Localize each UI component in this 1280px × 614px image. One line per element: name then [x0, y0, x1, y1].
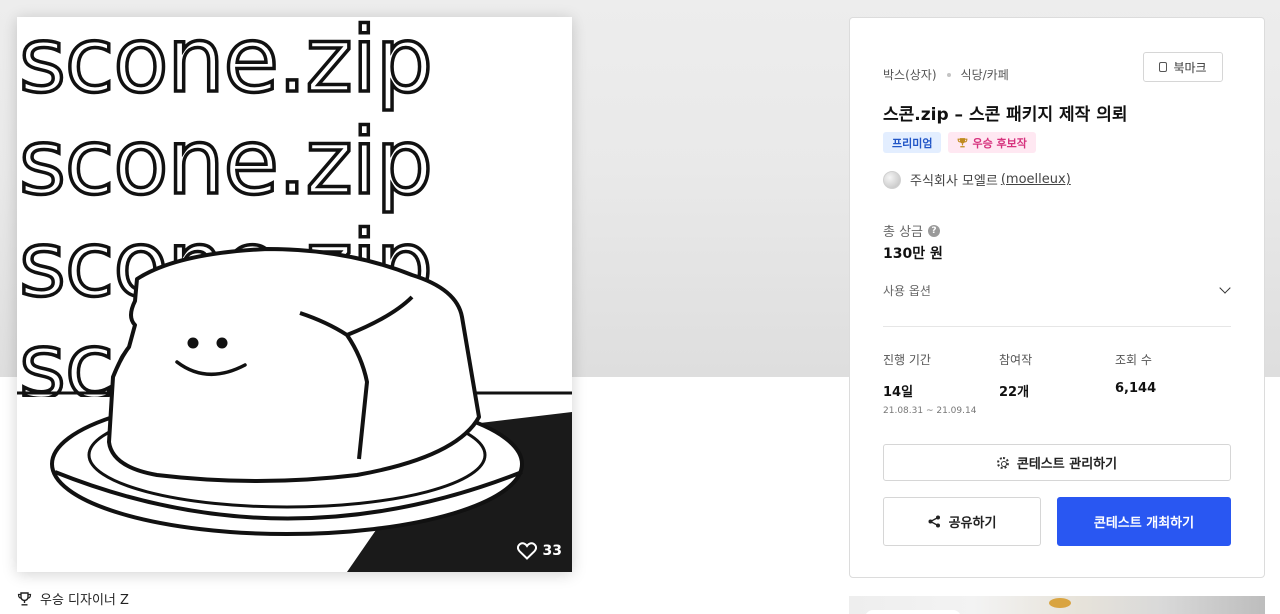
artwork-text-line: scone.zip [19, 110, 432, 215]
manage-contest-button[interactable]: 콘테스트 관리하기 [883, 444, 1231, 481]
help-icon[interactable]: ? [928, 224, 941, 237]
bookmark-icon [1159, 62, 1168, 72]
winner-designer-label: 우승 디자이너 Z [40, 593, 129, 608]
share-icon [928, 515, 940, 528]
scone-illustration: scone.zip scone.zip scone.zip scone.zip [17, 17, 572, 572]
stat-entries: 참여작 22개 [999, 351, 1032, 400]
contest-artwork[interactable]: scone.zip scone.zip scone.zip scone.zip … [17, 17, 572, 572]
premium-badge-label: 프리미엄 [892, 136, 933, 150]
premium-badge: 프리미엄 [883, 132, 942, 153]
winner-candidate-badge: 우승 후보작 [948, 132, 1036, 153]
like-button[interactable]: 33 [516, 542, 562, 560]
owner-id-link[interactable]: (moelleux) [1001, 172, 1071, 187]
chevron-down-icon [1219, 282, 1231, 294]
stat-period: 진행 기간 14일 21.08.31 ~ 21.09.14 [883, 351, 976, 416]
usage-options-label: 사용 옵션 [883, 283, 931, 298]
trophy-icon [958, 138, 968, 148]
share-button[interactable]: 공유하기 [883, 497, 1041, 546]
divider [883, 326, 1231, 327]
gear-icon [996, 456, 1009, 469]
host-contest-button[interactable]: 콘테스트 개최하기 [1057, 497, 1231, 546]
like-count: 33 [542, 543, 562, 559]
avatar [883, 170, 901, 189]
separator-dot [946, 72, 951, 77]
usage-options-dropdown[interactable]: 사용 옵션 [883, 278, 1233, 302]
total-prize-value: 130만 원 [883, 246, 943, 262]
contest-owner[interactable]: 주식회사 모엘르 (moelleux) [883, 170, 1071, 189]
badge-row: 프리미엄 우승 후보작 [883, 132, 1036, 153]
preview-card [865, 610, 961, 614]
stat-period-value: 14일 [883, 385, 914, 400]
manage-contest-label: 콘테스트 관리하기 [1016, 457, 1118, 472]
artwork-text-line: scone.zip [19, 17, 432, 113]
preview-image-detail [1049, 598, 1071, 608]
stat-entries-label: 참여작 [999, 353, 1033, 367]
related-content-preview[interactable] [849, 596, 1265, 614]
stat-views-value: 6,144 [1115, 381, 1157, 396]
category-box[interactable]: 박스(상자) [883, 66, 937, 83]
bookmark-label: 북마크 [1173, 60, 1207, 75]
stat-period-label: 진행 기간 [883, 353, 931, 367]
winner-designer-row: 우승 디자이너 Z [17, 589, 129, 608]
stat-views-label: 조회 수 [1115, 353, 1152, 367]
total-prize-label: 총 상금 ? [883, 221, 941, 240]
share-label: 공유하기 [948, 516, 997, 531]
owner-company: 주식회사 모엘르 [910, 174, 998, 189]
contest-info-panel: 박스(상자) 식당/카페 북마크 스콘.zip – 스콘 패키지 제작 의뢰 프… [849, 17, 1265, 578]
category-restaurant-cafe[interactable]: 식당/카페 [961, 66, 1009, 83]
stat-entries-value: 22개 [999, 385, 1030, 400]
host-contest-label: 콘테스트 개최하기 [1093, 516, 1195, 531]
bookmark-button[interactable]: 북마크 [1143, 52, 1223, 82]
stat-views: 조회 수 6,144 [1115, 351, 1156, 396]
heart-outline-icon [516, 542, 537, 560]
contest-title: 스콘.zip – 스콘 패키지 제작 의뢰 [883, 105, 1128, 125]
trophy-icon [17, 591, 32, 605]
winner-badge-label: 우승 후보작 [972, 136, 1027, 150]
total-prize-text: 총 상금 [883, 225, 924, 240]
category-breadcrumb: 박스(상자) 식당/카페 [883, 66, 1009, 83]
stat-period-dates: 21.08.31 ~ 21.09.14 [883, 406, 977, 416]
